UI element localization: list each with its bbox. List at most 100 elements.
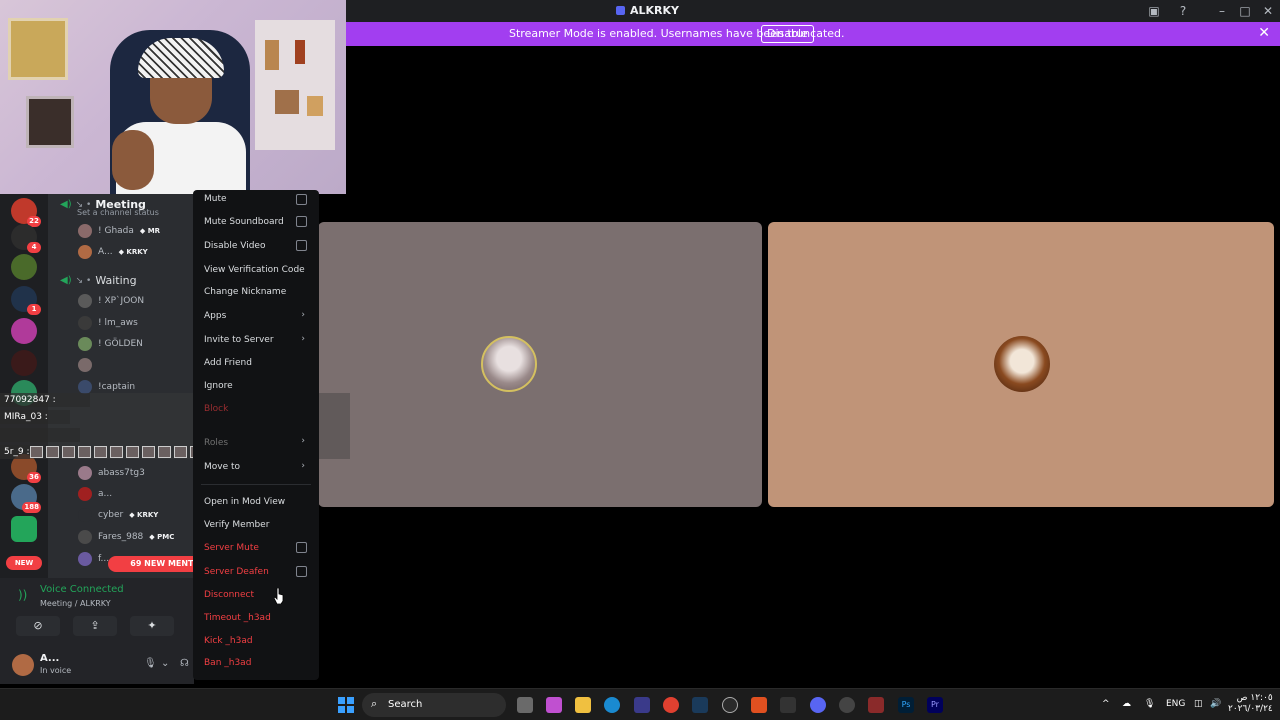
server-icon[interactable]: [11, 318, 37, 344]
screen-share-icon[interactable]: ⇪: [73, 616, 117, 636]
capcut-icon[interactable]: [780, 697, 796, 713]
server-icon[interactable]: [11, 350, 37, 376]
menu-item-move-to[interactable]: Move to: [204, 462, 240, 472]
help-icon[interactable]: ?: [1175, 3, 1191, 19]
camera-off-icon[interactable]: ⊘: [16, 616, 60, 636]
video-tile[interactable]: [318, 222, 762, 507]
steam-icon[interactable]: [692, 697, 708, 713]
menu-item-mute[interactable]: Mute: [204, 194, 227, 204]
overlay-chat-line: [0, 428, 80, 442]
premiere-icon[interactable]: Pr: [927, 697, 943, 713]
activities-icon[interactable]: ✦: [130, 616, 174, 636]
voice-user[interactable]: Fares_988 ◆ PMC: [78, 528, 174, 546]
close-icon[interactable]: ✕: [1258, 25, 1270, 41]
minimize-button[interactable]: –: [1214, 3, 1230, 19]
windows-start-icon[interactable]: [338, 697, 354, 713]
server-icon[interactable]: 1: [11, 286, 41, 315]
menu-item-change-nickname[interactable]: Change Nickname: [204, 287, 286, 297]
overlay-chat-line: MIRa_03 :: [0, 410, 70, 424]
streamer: [112, 30, 246, 194]
video-tile[interactable]: [768, 222, 1274, 507]
server-deafen-checkbox[interactable]: [296, 566, 307, 577]
menu-item-server-mute[interactable]: Server Mute: [204, 543, 259, 553]
file-explorer-icon[interactable]: [575, 697, 591, 713]
new-unreads-pill[interactable]: NEW: [6, 556, 42, 570]
disable-streamer-mode-button[interactable]: Disable: [761, 25, 814, 43]
menu-item-view-verification-code[interactable]: View Verification Code: [204, 265, 305, 275]
voice-user[interactable]: a...: [78, 485, 112, 503]
server-icon[interactable]: [11, 254, 37, 280]
copilot-icon[interactable]: [546, 697, 562, 713]
streamer-mode-banner: Streamer Mode is enabled. Usernames have…: [346, 22, 1280, 46]
signal-icon[interactable]: )): [18, 588, 27, 602]
headphones-icon[interactable]: ☊: [180, 658, 189, 669]
channel-list: ◀) ↘ • Meeting Set a channel status ! Gh…: [48, 194, 238, 578]
app-icon[interactable]: [868, 697, 884, 713]
microphone-icon[interactable]: 🎙: [144, 658, 157, 669]
obs-icon[interactable]: [839, 697, 855, 713]
server-mute-checkbox[interactable]: [296, 542, 307, 553]
settings-icon[interactable]: [722, 697, 738, 713]
mic-tray-icon[interactable]: 🎙: [1144, 699, 1155, 709]
avatar[interactable]: [12, 654, 34, 676]
voice-user[interactable]: [78, 356, 98, 374]
channel-status[interactable]: Set a channel status: [77, 208, 159, 217]
brave-icon[interactable]: [751, 697, 767, 713]
menu-item-ignore[interactable]: Ignore: [204, 381, 233, 391]
menu-item-block[interactable]: Block: [204, 404, 228, 414]
language-indicator[interactable]: ENG: [1166, 699, 1185, 709]
cloud-icon[interactable]: ☁: [1122, 699, 1131, 709]
menu-item-mute-soundboard[interactable]: Mute Soundboard: [204, 217, 284, 227]
voice-connected-subtitle[interactable]: Meeting / ALKRKY: [40, 599, 111, 608]
voice-user[interactable]: abass7tg3: [78, 464, 145, 482]
voice-channel-waiting[interactable]: ◀) ↘ • Waiting: [60, 274, 137, 287]
menu-item-verify-member[interactable]: Verify Member: [204, 520, 269, 530]
voice-user[interactable]: ! Ghada ◆ MR: [78, 222, 160, 240]
menu-item-ban[interactable]: Ban _h3ad: [204, 658, 251, 668]
menu-item-kick[interactable]: Kick _h3ad: [204, 636, 253, 646]
chrome-icon[interactable]: [663, 697, 679, 713]
menu-item-add-friend[interactable]: Add Friend: [204, 358, 252, 368]
server-icon[interactable]: 22: [11, 198, 41, 227]
voice-user[interactable]: ! GÖLDEN: [78, 335, 143, 353]
edge-icon[interactable]: [604, 697, 620, 713]
mute-soundboard-checkbox[interactable]: [296, 216, 307, 227]
inbox-icon[interactable]: ▣: [1146, 3, 1162, 19]
chevron-down-icon[interactable]: ⌄: [161, 658, 169, 669]
menu-item-roles[interactable]: Roles: [204, 438, 228, 448]
menu-item-apps[interactable]: Apps: [204, 311, 226, 321]
menu-item-timeout[interactable]: Timeout _h3ad: [204, 613, 271, 623]
voice-user[interactable]: A... ◆ KRKY: [78, 243, 148, 261]
chevron-up-icon[interactable]: ^: [1102, 699, 1110, 709]
wifi-icon[interactable]: ◫: [1194, 699, 1203, 709]
mute-checkbox[interactable]: [296, 194, 307, 205]
task-view-icon[interactable]: [517, 697, 533, 713]
user-name[interactable]: A...: [40, 653, 59, 664]
voice-user[interactable]: f...: [78, 550, 109, 568]
server-icon[interactable]: 188: [11, 484, 41, 513]
menu-item-open-in-mod-view[interactable]: Open in Mod View: [204, 497, 285, 507]
volume-icon[interactable]: 🔊: [1210, 699, 1221, 709]
menu-item-server-deafen[interactable]: Server Deafen: [204, 567, 269, 577]
discord-icon[interactable]: [810, 697, 826, 713]
photoshop-icon[interactable]: Ps: [898, 697, 914, 713]
store-icon[interactable]: [634, 697, 650, 713]
menu-item-disable-video[interactable]: Disable Video: [204, 241, 265, 251]
overlay-chat-line: 5r_9 :: [0, 445, 30, 459]
taskbar-search[interactable]: ⌕ Search: [362, 693, 506, 717]
clock[interactable]: ١٢:٠٥ ص ٢٠٢٦/٠٣/٢٤: [1228, 693, 1273, 715]
voice-user[interactable]: ! XP`JOON: [78, 292, 144, 310]
disable-video-checkbox[interactable]: [296, 240, 307, 251]
maximize-button[interactable]: □: [1237, 3, 1253, 19]
close-window-button[interactable]: ✕: [1260, 3, 1276, 19]
voice-icon: ↘ •: [75, 275, 92, 286]
user-context-menu: Mute Mute Soundboard Disable Video View …: [193, 190, 319, 680]
menu-item-invite-to-server[interactable]: Invite to Server: [204, 335, 274, 345]
server-icon[interactable]: 4: [11, 224, 41, 253]
taskbar: ⌕ Search Ps Pr ^ ☁ 🎙 ENG ◫ 🔊 ١٢:٠٥ ص ٢٠٢…: [0, 688, 1280, 720]
voice-user[interactable]: ! lm_aws: [78, 314, 138, 332]
discover-icon[interactable]: [11, 516, 37, 542]
menu-item-disconnect[interactable]: Disconnect: [204, 590, 254, 600]
voice-user[interactable]: cyber ◆ KRKY: [78, 506, 158, 524]
voice-connected-title[interactable]: Voice Connected: [40, 584, 124, 595]
